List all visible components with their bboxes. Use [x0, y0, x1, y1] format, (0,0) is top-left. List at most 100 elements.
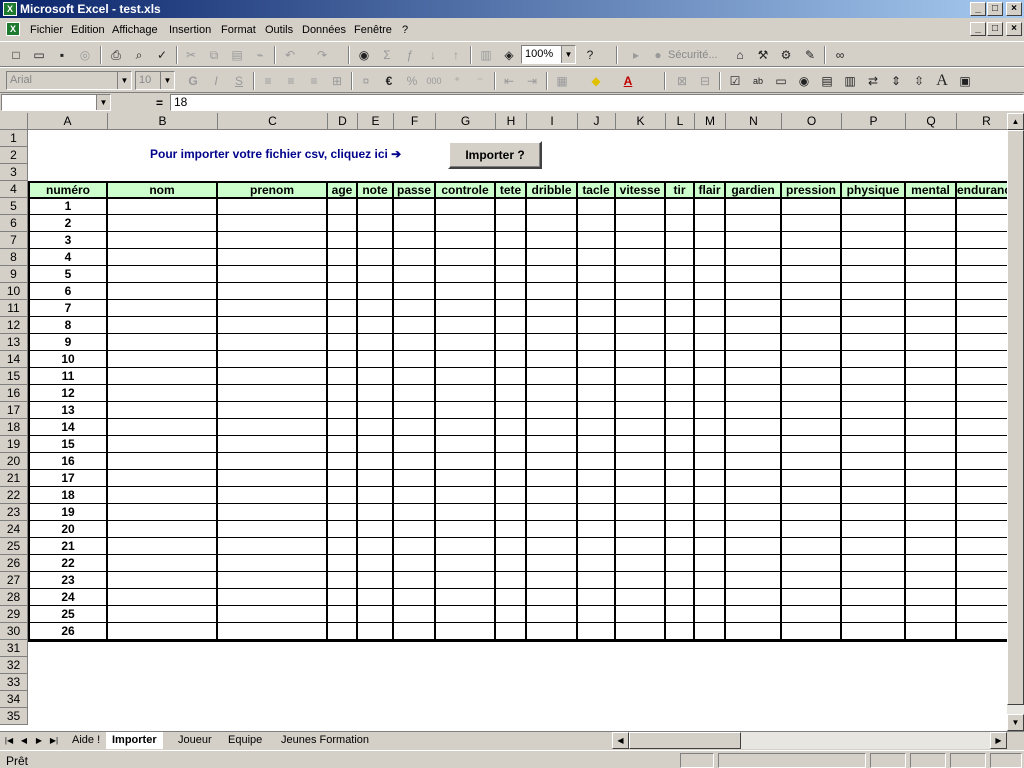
decrease-indent-icon[interactable]: ⇤	[499, 71, 519, 91]
excel-icon[interactable]: X	[3, 2, 17, 16]
font-select[interactable]: Arial ▼	[6, 71, 132, 90]
vertical-scrollbar[interactable]: ▲ ▼	[1007, 113, 1024, 731]
properties-icon[interactable]: ⊠	[672, 71, 692, 91]
row-header-14[interactable]: 14	[0, 351, 28, 368]
tab-aide[interactable]: Aide !	[66, 732, 107, 749]
hscroll-thumb[interactable]	[629, 732, 741, 749]
numero-cell[interactable]: 17	[28, 470, 108, 487]
row-header-10[interactable]: 10	[0, 283, 28, 300]
chart-wizard-icon[interactable]: ▥	[476, 45, 496, 65]
scroll-left-icon[interactable]: ◀	[612, 732, 629, 749]
hyperlink-icon[interactable]: ◉	[354, 45, 374, 65]
menu-format[interactable]: Format	[221, 24, 256, 36]
numero-cell[interactable]: 2	[28, 215, 108, 232]
menu-affichage[interactable]: Affichage	[112, 24, 158, 36]
script-editor-icon[interactable]: ✎	[800, 45, 820, 65]
select-all-corner[interactable]	[0, 113, 28, 130]
increase-indent-icon[interactable]: ⇥	[522, 71, 542, 91]
new-icon[interactable]: □	[6, 45, 26, 65]
prev-sheet-icon[interactable]: ◀	[17, 733, 31, 748]
euro-button[interactable]: €	[379, 71, 399, 91]
numero-cell[interactable]: 4	[28, 249, 108, 266]
run-icon[interactable]: ▸	[626, 45, 646, 65]
column-header-r[interactable]: R	[957, 113, 1007, 130]
borders-icon[interactable]: ▦	[552, 71, 572, 91]
scroll-thumb[interactable]	[1007, 130, 1024, 705]
currency-icon[interactable]: ¤	[356, 71, 376, 91]
column-header-l[interactable]: L	[666, 113, 695, 130]
row-header-9[interactable]: 9	[0, 266, 28, 283]
permission-icon[interactable]: ◎	[75, 45, 95, 65]
formula-input[interactable]: 18	[170, 94, 1024, 111]
row-header-25[interactable]: 25	[0, 538, 28, 555]
column-header-h[interactable]: H	[496, 113, 527, 130]
row-header-8[interactable]: 8	[0, 249, 28, 266]
import-button[interactable]: Importer ?	[448, 141, 542, 169]
column-header-j[interactable]: J	[578, 113, 616, 130]
zoom-select[interactable]: 100% ▼	[521, 45, 576, 64]
column-header-p[interactable]: P	[842, 113, 906, 130]
paste-icon[interactable]: ▤	[227, 45, 247, 65]
row-header-3[interactable]: 3	[0, 164, 28, 181]
image-control-icon[interactable]: ▣	[955, 71, 975, 91]
checkbox-control-icon[interactable]: ☑	[725, 71, 745, 91]
column-header-e[interactable]: E	[358, 113, 394, 130]
record-icon[interactable]: ●	[648, 45, 668, 65]
row-header-23[interactable]: 23	[0, 504, 28, 521]
header-cell-vitesse[interactable]: vitesse	[616, 181, 666, 199]
chevron-down-icon[interactable]: ▼	[117, 72, 131, 89]
numero-cell[interactable]: 15	[28, 436, 108, 453]
security-button[interactable]: Sécurité...	[668, 49, 718, 61]
chevron-down-icon[interactable]: ▼	[96, 95, 110, 110]
row-header-16[interactable]: 16	[0, 385, 28, 402]
print-icon[interactable]: ⎙	[106, 45, 126, 65]
numero-cell[interactable]: 5	[28, 266, 108, 283]
label-control-button[interactable]: A	[932, 71, 952, 91]
row-header-32[interactable]: 32	[0, 657, 28, 674]
workbook-icon[interactable]: X	[6, 22, 20, 36]
header-cell-mental[interactable]: mental	[906, 181, 957, 199]
option-button-icon[interactable]: ◉	[794, 71, 814, 91]
column-header-g[interactable]: G	[436, 113, 496, 130]
column-header-m[interactable]: M	[695, 113, 726, 130]
numero-cell[interactable]: 3	[28, 232, 108, 249]
tab-importer[interactable]: Importer	[106, 732, 163, 749]
italic-button[interactable]: I	[206, 71, 226, 91]
chevron-down-icon[interactable]: ▼	[561, 46, 575, 63]
doc-close-button[interactable]: ×	[1006, 22, 1022, 36]
font-color-button[interactable]: A	[618, 71, 638, 91]
worksheet-grid[interactable]: ABCDEFGHIJKLMNOPQR 1 2 3 4 5 6 7 8 9 10 11 12 13 14 15…	[0, 113, 1007, 731]
minimize-button[interactable]: _	[970, 2, 986, 16]
decrease-decimal-icon[interactable]: ⁻	[470, 71, 490, 91]
copy-icon[interactable]: ⧉	[204, 45, 224, 65]
doc-restore-button[interactable]: □	[987, 22, 1003, 36]
open-icon[interactable]: ▭	[29, 45, 49, 65]
design-mode-icon[interactable]: ⚒	[753, 45, 773, 65]
numero-cell[interactable]: 24	[28, 589, 108, 606]
sort-ascending-icon[interactable]: ↓	[423, 45, 443, 65]
percent-icon[interactable]: %	[402, 71, 422, 91]
horizontal-scrollbar[interactable]: ◀ ▶	[612, 732, 1007, 749]
row-header-12[interactable]: 12	[0, 317, 28, 334]
undo-icon[interactable]: ↶	[280, 45, 300, 65]
scroll-right-icon[interactable]: ▶	[990, 732, 1007, 749]
row-header-13[interactable]: 13	[0, 334, 28, 351]
function-icon[interactable]: ƒ	[400, 45, 420, 65]
numero-cell[interactable]: 1	[28, 198, 108, 215]
numero-cell[interactable]: 8	[28, 317, 108, 334]
numero-cell[interactable]: 9	[28, 334, 108, 351]
align-center-icon[interactable]: ≡	[281, 71, 301, 91]
numero-cell[interactable]: 16	[28, 453, 108, 470]
listbox-control-icon[interactable]: ▤	[817, 71, 837, 91]
menu-help[interactable]: ?	[402, 24, 408, 36]
maximize-button[interactable]: □	[987, 2, 1003, 16]
fill-color-icon[interactable]: ◆	[586, 71, 606, 91]
tab-equipe[interactable]: Equipe	[222, 732, 269, 749]
numero-cell[interactable]: 11	[28, 368, 108, 385]
menu-donnees[interactable]: Données	[302, 24, 346, 36]
row-header-31[interactable]: 31	[0, 640, 28, 657]
row-header-29[interactable]: 29	[0, 606, 28, 623]
visual-basic-icon[interactable]: ⚙	[776, 45, 796, 65]
column-header-n[interactable]: N	[726, 113, 782, 130]
row-header-11[interactable]: 11	[0, 300, 28, 317]
